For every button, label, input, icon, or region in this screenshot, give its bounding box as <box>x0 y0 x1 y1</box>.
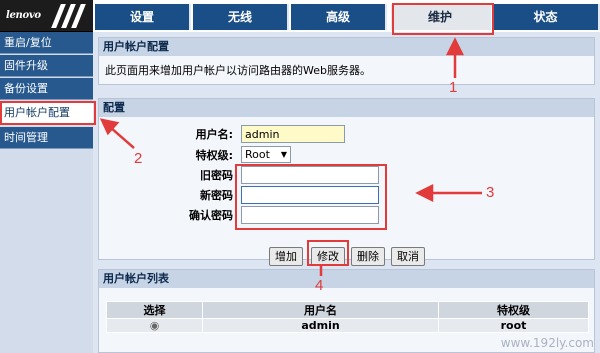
arrow-1-head <box>445 37 465 56</box>
watermark: www.192ly.com <box>500 336 594 350</box>
annotation-number: 4 <box>315 277 324 294</box>
annotation-number: 3 <box>486 184 495 201</box>
annotation-number: 1 <box>449 79 458 96</box>
annotation-number: 2 <box>134 150 143 167</box>
annotation-arrows <box>99 37 482 276</box>
arrow-2 <box>109 126 135 149</box>
arrow-3-head <box>415 183 434 203</box>
